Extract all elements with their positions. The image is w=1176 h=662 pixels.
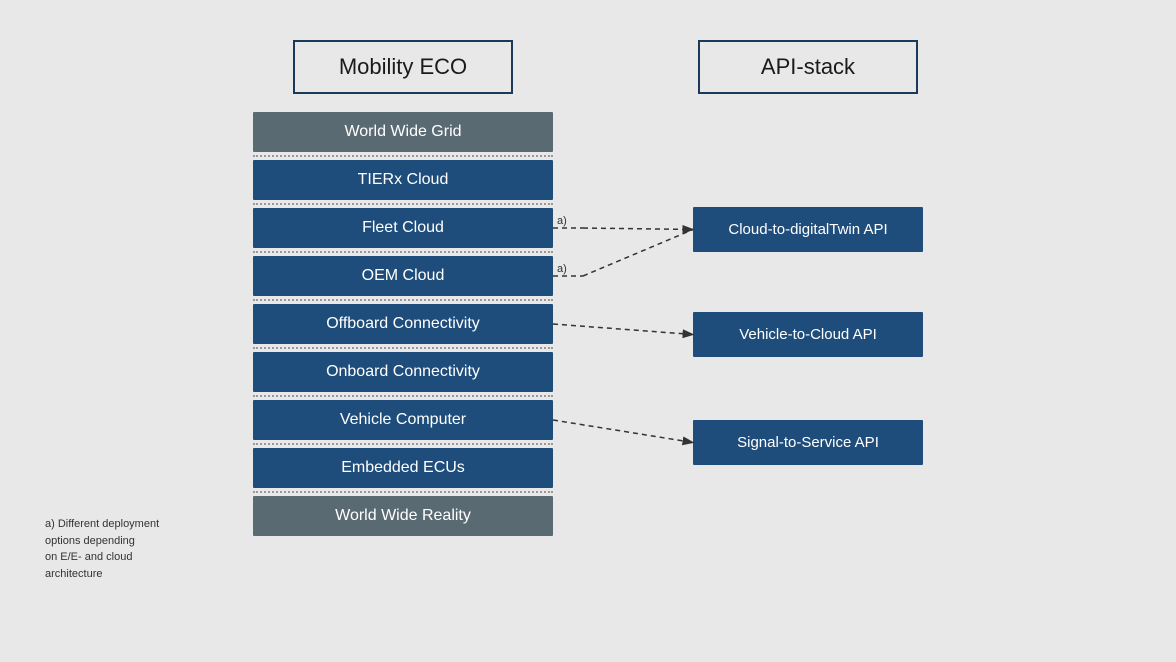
signal-to-service-box: Signal-to-Service API — [693, 420, 923, 465]
sep-3 — [253, 299, 553, 301]
mobility-eco-header: Mobility ECO — [293, 40, 513, 94]
footnote: a) Different deploymentoptions depending… — [45, 516, 159, 582]
diagram: Mobility ECO World Wide Grid TIERx Cloud… — [243, 40, 933, 536]
embedded-ecus-box: Embedded ECUs — [253, 448, 553, 488]
api-stack-header: API-stack — [698, 40, 918, 94]
world-wide-grid-box: World Wide Grid — [253, 112, 553, 152]
onboard-connectivity-box: Onboard Connectivity — [253, 352, 553, 392]
offboard-connectivity-box: Offboard Connectivity — [253, 304, 553, 344]
sep-7 — [253, 491, 553, 493]
main-container: a) Different deploymentoptions depending… — [0, 0, 1176, 662]
sep-2 — [253, 251, 553, 253]
world-wide-reality-box: World Wide Reality — [253, 496, 553, 536]
cloud-to-digital-twin-box: Cloud-to-digitalTwin API — [693, 207, 923, 252]
footnote-text: a) Different deploymentoptions depending… — [45, 518, 159, 580]
fleet-cloud-box: Fleet Cloud — [253, 208, 553, 248]
sep-0 — [253, 155, 553, 157]
sep-1 — [253, 203, 553, 205]
vehicle-to-cloud-box: Vehicle-to-Cloud API — [693, 312, 923, 357]
sep-4 — [253, 347, 553, 349]
tierx-cloud-box: TIERx Cloud — [253, 160, 553, 200]
sep-5 — [253, 395, 553, 397]
oem-cloud-box: OEM Cloud — [253, 256, 553, 296]
sep-6 — [253, 443, 553, 445]
column-left: Mobility ECO World Wide Grid TIERx Cloud… — [243, 40, 563, 536]
column-right: API-stack Cloud-to-digitalTwin API Vehic… — [683, 40, 933, 465]
vehicle-computer-box: Vehicle Computer — [253, 400, 553, 440]
